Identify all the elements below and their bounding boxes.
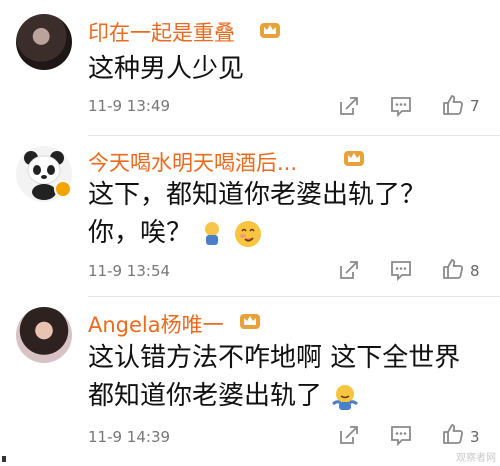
share-icon[interactable]	[337, 423, 361, 447]
comment-2: 今天喝水明天喝酒后... 这下，都知道你老婆出轨了？ 你，唉？ 11-9 13:…	[0, 136, 500, 297]
like-icon[interactable]	[441, 422, 465, 446]
drool-emoji-icon	[234, 220, 261, 247]
crown-icon	[344, 151, 364, 166]
username[interactable]: 印在一起是重叠	[88, 17, 235, 47]
comment-1: 印在一起是重叠 这种男人少见 11-9 13:49 7	[0, 0, 500, 140]
shy-emoji-icon	[205, 221, 220, 245]
comment-text-line: 这认错方法不咋地啊 这下全世界	[88, 343, 461, 373]
timestamp: 11-9 13:54	[88, 262, 171, 280]
comment-text-line: 这种男人少见	[88, 54, 245, 84]
comment-text-line: 这下，都知道你老婆出轨了？	[88, 180, 427, 210]
comment-text: 这种男人少见	[88, 50, 244, 88]
avatar[interactable]	[16, 14, 72, 70]
share-icon[interactable]	[337, 94, 361, 118]
crown-icon	[240, 314, 260, 329]
shrug-emoji-icon	[332, 384, 359, 410]
edge-marker	[2, 456, 6, 462]
comment-icon[interactable]	[389, 94, 413, 118]
watermark: 观察者网	[456, 453, 496, 464]
like-count: 7	[470, 97, 480, 115]
share-icon[interactable]	[337, 258, 361, 282]
like-icon[interactable]	[441, 93, 465, 117]
comment-3: Angela杨唯一 这认错方法不咋地啊 这下全世界 都知道你老婆出轨了 11-9…	[0, 297, 500, 466]
comment-text: 这认错方法不咋地啊 这下全世界 都知道你老婆出轨了	[88, 339, 460, 415]
comment-text: 这下，都知道你老婆出轨了？ 你，唉？	[88, 176, 426, 252]
verified-badge-icon	[54, 180, 72, 198]
comment-icon[interactable]	[389, 258, 413, 282]
comment-text-line: 都知道你老婆出轨了	[88, 381, 323, 411]
timestamp: 11-9 13:49	[88, 97, 171, 115]
crown-icon	[260, 23, 280, 38]
like-count: 3	[470, 428, 480, 446]
like-icon[interactable]	[441, 257, 465, 281]
comment-icon[interactable]	[389, 423, 413, 447]
comment-text-line: 你，唉？	[88, 218, 193, 248]
timestamp: 11-9 14:39	[88, 428, 171, 446]
username[interactable]: Angela杨唯一	[88, 309, 224, 339]
avatar[interactable]	[16, 307, 72, 363]
like-count: 8	[470, 262, 480, 280]
username[interactable]: 今天喝水明天喝酒后...	[88, 147, 297, 177]
